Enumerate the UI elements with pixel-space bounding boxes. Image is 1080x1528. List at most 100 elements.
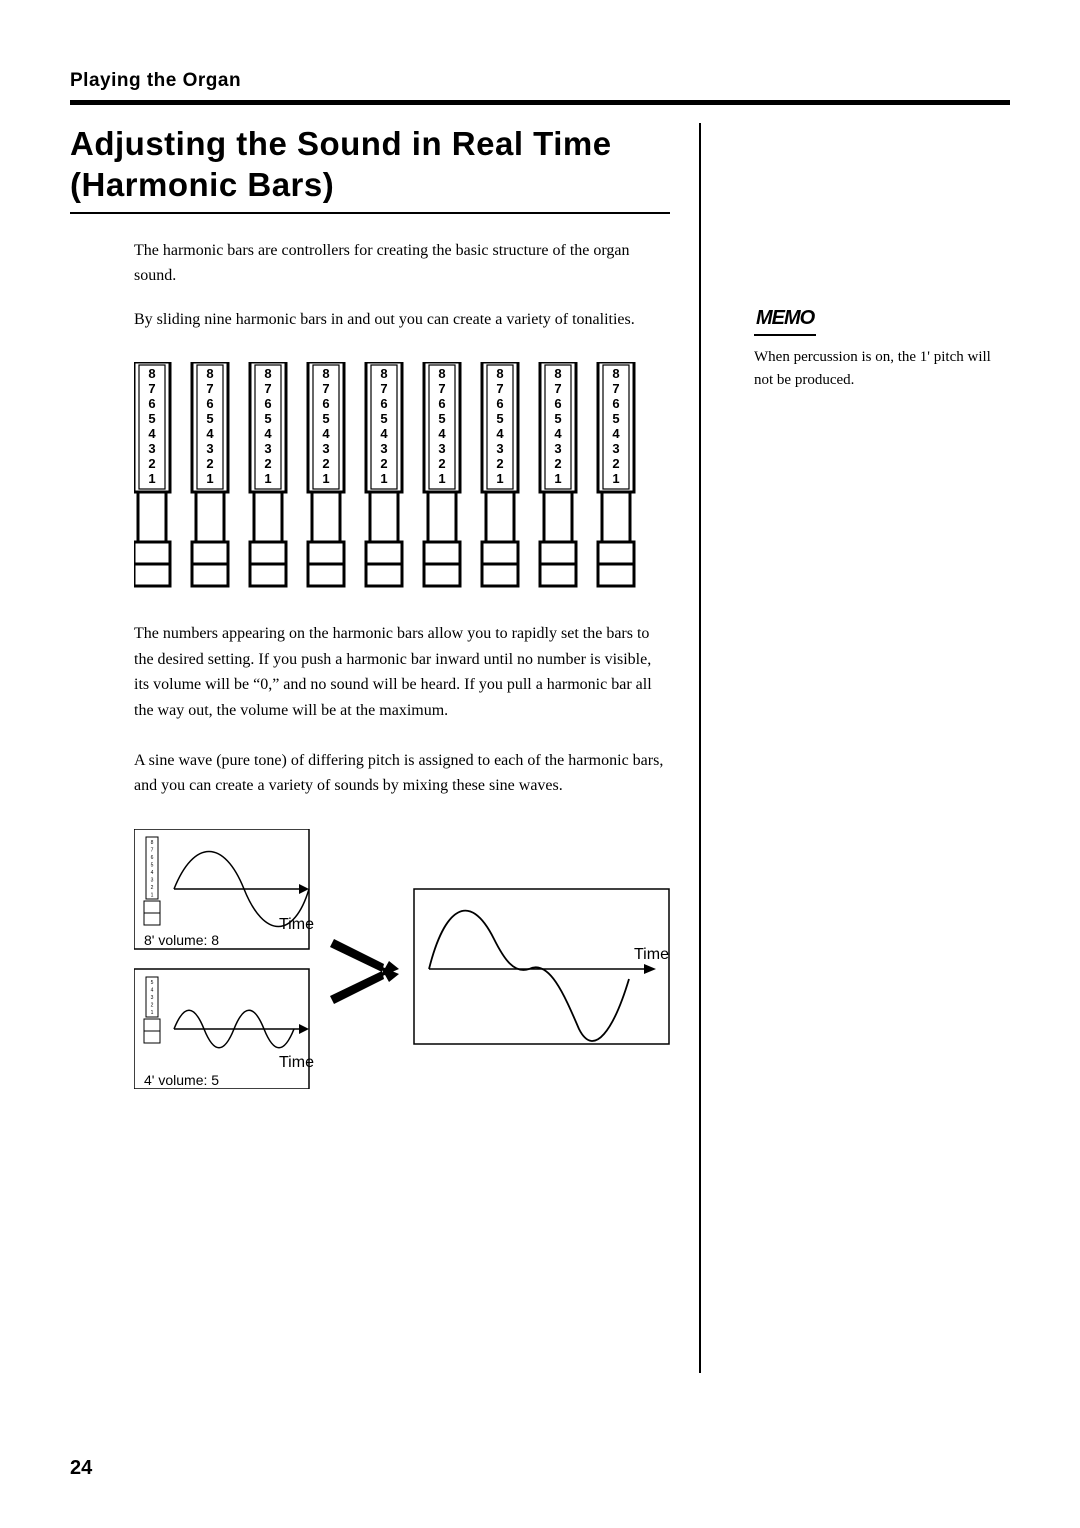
svg-text:7: 7 (148, 381, 155, 396)
svg-text:5: 5 (380, 411, 387, 426)
svg-text:8: 8 (380, 366, 387, 381)
paragraph-2: By sliding nine harmonic bars in and out… (134, 307, 670, 333)
svg-text:2: 2 (264, 456, 271, 471)
svg-text:1: 1 (496, 471, 503, 486)
svg-text:4: 4 (496, 426, 504, 441)
svg-text:3: 3 (151, 995, 154, 1001)
svg-text:6: 6 (264, 396, 271, 411)
svg-text:8: 8 (612, 366, 619, 381)
svg-text:1: 1 (151, 1010, 154, 1016)
svg-text:6: 6 (151, 855, 154, 861)
svg-text:5: 5 (151, 980, 154, 986)
svg-text:3: 3 (264, 441, 271, 456)
svg-text:2: 2 (380, 456, 387, 471)
title-rule (70, 212, 670, 214)
svg-text:8: 8 (554, 366, 561, 381)
svg-text:2: 2 (151, 885, 154, 891)
content-row: Adjusting the Sound in Real Time (Harmon… (70, 123, 1010, 1373)
svg-text:4: 4 (380, 426, 388, 441)
svg-text:2: 2 (554, 456, 561, 471)
harmonic-bars-diagram: 8765432187654321876543218765432187654321… (134, 362, 670, 597)
svg-text:7: 7 (496, 381, 503, 396)
svg-text:5: 5 (496, 411, 503, 426)
svg-text:5: 5 (612, 411, 619, 426)
memo-icon: MEMO (754, 303, 816, 336)
svg-text:1: 1 (206, 471, 213, 486)
svg-text:4: 4 (438, 426, 446, 441)
svg-text:4: 4 (612, 426, 620, 441)
svg-text:8: 8 (151, 840, 154, 846)
svg-text:6: 6 (380, 396, 387, 411)
svg-text:5: 5 (148, 411, 155, 426)
svg-text:2: 2 (438, 456, 445, 471)
time-label-c: Time (634, 946, 669, 963)
svg-text:6: 6 (206, 396, 213, 411)
svg-text:6: 6 (496, 396, 503, 411)
svg-text:7: 7 (206, 381, 213, 396)
paragraph-1: The harmonic bars are controllers for cr… (134, 238, 670, 289)
svg-text:7: 7 (380, 381, 387, 396)
memo-text: When percussion is on, the 1' pitch will… (754, 346, 1010, 393)
svg-text:7: 7 (264, 381, 271, 396)
svg-text:7: 7 (612, 381, 619, 396)
svg-text:5: 5 (151, 862, 154, 868)
svg-text:3: 3 (438, 441, 445, 456)
svg-text:3: 3 (151, 877, 154, 883)
svg-text:8: 8 (206, 366, 213, 381)
page-title: Adjusting the Sound in Real Time (Harmon… (70, 123, 670, 206)
svg-text:2: 2 (496, 456, 503, 471)
svg-text:8: 8 (148, 366, 155, 381)
svg-text:1: 1 (380, 471, 387, 486)
time-label-a: Time (279, 916, 314, 933)
svg-text:1: 1 (264, 471, 271, 486)
svg-text:4: 4 (206, 426, 214, 441)
svg-text:3: 3 (322, 441, 329, 456)
svg-text:1: 1 (612, 471, 619, 486)
svg-text:5: 5 (438, 411, 445, 426)
svg-text:2: 2 (322, 456, 329, 471)
svg-text:7: 7 (554, 381, 561, 396)
svg-text:6: 6 (148, 396, 155, 411)
paragraph-4: A sine wave (pure tone) of differing pit… (134, 748, 670, 799)
column-divider-wrap (670, 123, 730, 1373)
svg-text:1: 1 (148, 471, 155, 486)
svg-text:1: 1 (151, 892, 154, 898)
svg-text:8: 8 (438, 366, 445, 381)
svg-text:5: 5 (206, 411, 213, 426)
svg-text:7: 7 (438, 381, 445, 396)
svg-text:1: 1 (438, 471, 445, 486)
svg-text:4: 4 (264, 426, 272, 441)
svg-text:3: 3 (380, 441, 387, 456)
svg-text:4: 4 (151, 987, 154, 993)
sine-wave-svg: 87654321 Time 8' volume: 8 54321 (134, 829, 674, 1089)
svg-text:2: 2 (148, 456, 155, 471)
svg-text:6: 6 (554, 396, 561, 411)
svg-text:5: 5 (264, 411, 271, 426)
section-label: Playing the Organ (70, 70, 1010, 92)
svg-text:4: 4 (554, 426, 562, 441)
sidebar-column: MEMO When percussion is on, the 1' pitch… (730, 123, 1010, 393)
svg-text:5: 5 (322, 411, 329, 426)
svg-text:7: 7 (322, 381, 329, 396)
svg-text:5: 5 (554, 411, 561, 426)
svg-text:3: 3 (496, 441, 503, 456)
svg-text:1: 1 (322, 471, 329, 486)
svg-text:7: 7 (151, 847, 154, 853)
svg-text:2: 2 (612, 456, 619, 471)
page-number: 24 (70, 1457, 92, 1480)
svg-text:8: 8 (264, 366, 271, 381)
svg-text:3: 3 (612, 441, 619, 456)
column-divider (699, 123, 701, 1373)
svg-text:4: 4 (322, 426, 330, 441)
svg-text:2: 2 (151, 1002, 154, 1008)
svg-text:3: 3 (554, 441, 561, 456)
svg-text:6: 6 (322, 396, 329, 411)
main-column: Adjusting the Sound in Real Time (Harmon… (70, 123, 670, 1118)
svg-text:6: 6 (612, 396, 619, 411)
svg-text:4: 4 (151, 870, 154, 876)
svg-text:8: 8 (496, 366, 503, 381)
time-label-b: Time (279, 1054, 314, 1071)
header-rule (70, 100, 1010, 105)
wave-a-caption: 8' volume: 8 (144, 932, 219, 948)
sine-wave-diagram: 87654321 Time 8' volume: 8 54321 (134, 829, 670, 1094)
